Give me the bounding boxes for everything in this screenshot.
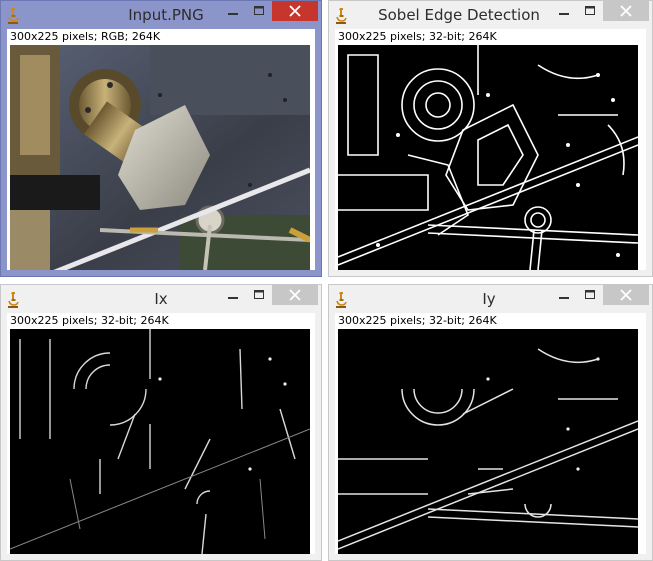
close-icon <box>289 289 301 301</box>
image-info-label: 300x225 pixels; 32-bit; 264K <box>338 314 497 327</box>
microscope-icon[interactable] <box>334 7 348 25</box>
sobel-edge-image <box>338 45 638 270</box>
close-icon <box>620 289 632 301</box>
close-icon <box>620 5 632 17</box>
window-title: Iy <box>482 290 496 308</box>
input-image-canvas[interactable] <box>10 45 310 270</box>
ix-window-content: 300x225 pixels; 32-bit; 264K <box>7 313 315 554</box>
close-button[interactable] <box>603 1 649 21</box>
iy-window-titlebar[interactable]: Iy <box>329 285 652 313</box>
maximize-button[interactable] <box>246 285 272 305</box>
image-info-label: 300x225 pixels; 32-bit; 264K <box>10 314 169 327</box>
minimize-button[interactable] <box>551 1 577 21</box>
sobel-window-content: 300x225 pixels; 32-bit; 264K <box>335 29 646 270</box>
ix-gradient-window[interactable]: Ix 300x225 pixels; 32-bit; 264K <box>0 284 322 561</box>
window-title: Sobel Edge Detection <box>378 6 540 24</box>
minimize-button[interactable] <box>220 285 246 305</box>
close-button[interactable] <box>272 1 318 21</box>
maximize-button[interactable] <box>577 1 603 21</box>
microscope-icon[interactable] <box>6 7 20 25</box>
sobel-image-canvas[interactable] <box>338 45 638 270</box>
microscope-icon[interactable] <box>334 291 348 309</box>
ix-gradient-image <box>10 329 310 554</box>
close-icon <box>289 5 301 17</box>
maximize-button[interactable] <box>246 1 272 21</box>
close-button[interactable] <box>603 285 649 305</box>
minimize-icon <box>228 13 238 15</box>
iy-window-content: 300x225 pixels; 32-bit; 264K <box>335 313 646 554</box>
color-photo-image <box>10 45 310 270</box>
sobel-edge-window[interactable]: Sobel Edge Detection 300x225 pixels; 32-… <box>328 0 653 277</box>
minimize-button[interactable] <box>220 1 246 21</box>
image-info-label: 300x225 pixels; 32-bit; 264K <box>338 30 497 43</box>
maximize-button[interactable] <box>577 285 603 305</box>
maximize-icon <box>254 290 264 299</box>
sobel-window-titlebar[interactable]: Sobel Edge Detection <box>329 1 652 29</box>
iy-gradient-window[interactable]: Iy 300x225 pixels; 32-bit; 264K <box>328 284 653 561</box>
window-title: Ix <box>154 290 168 308</box>
input-image-window[interactable]: Input.PNG 300x225 pixels; RGB; 264K <box>0 0 322 277</box>
iy-gradient-image <box>338 329 638 554</box>
ix-window-titlebar[interactable]: Ix <box>1 285 321 313</box>
input-window-content: 300x225 pixels; RGB; 264K <box>7 29 315 270</box>
microscope-icon[interactable] <box>6 291 20 309</box>
input-window-titlebar[interactable]: Input.PNG <box>1 1 321 29</box>
window-title: Input.PNG <box>128 6 204 24</box>
minimize-icon <box>559 13 569 15</box>
minimize-icon <box>559 297 569 299</box>
image-info-label: 300x225 pixels; RGB; 264K <box>10 30 161 43</box>
iy-image-canvas[interactable] <box>338 329 638 554</box>
maximize-icon <box>585 6 595 15</box>
maximize-icon <box>585 290 595 299</box>
minimize-button[interactable] <box>551 285 577 305</box>
ix-image-canvas[interactable] <box>10 329 310 554</box>
minimize-icon <box>228 297 238 299</box>
maximize-icon <box>254 6 264 15</box>
close-button[interactable] <box>272 285 318 305</box>
